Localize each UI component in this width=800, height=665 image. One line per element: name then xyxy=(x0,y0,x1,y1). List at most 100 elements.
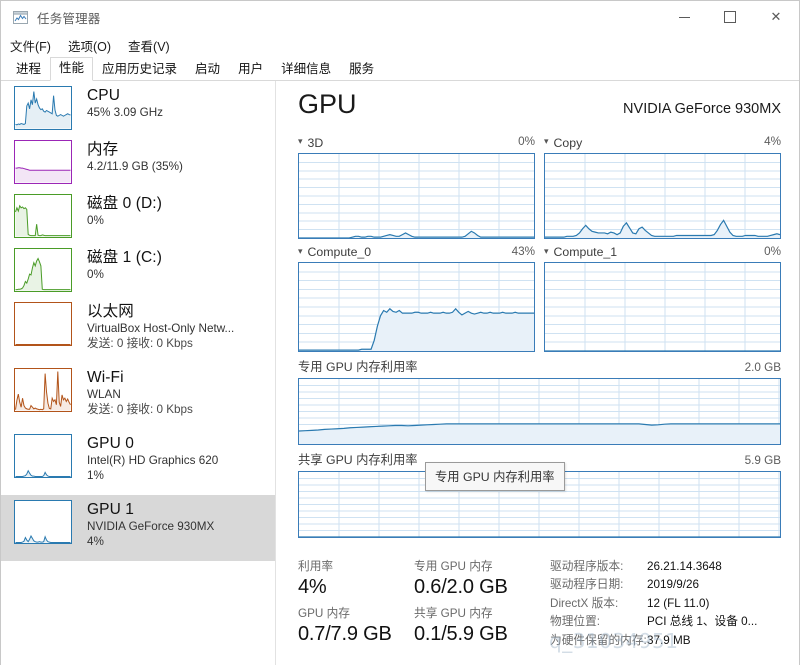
dedicated-memory-caption: 专用 GPU 内存利用率 2.0 GB xyxy=(298,352,781,378)
sidebar-item-wifi[interactable]: Wi-Fi WLAN 发送: 0 接收: 0 Kbps xyxy=(1,363,275,429)
shared-memory-section: 共享 GPU 内存利用率 5.9 GB xyxy=(298,445,781,538)
disk1-sparkline xyxy=(14,248,72,292)
info-driver-date: 驱动程序日期: 2019/9/26 xyxy=(550,576,789,594)
page-title: GPU xyxy=(298,89,357,119)
cpu-sparkline xyxy=(14,86,72,130)
tab-processes[interactable]: 进程 xyxy=(7,58,50,81)
engine-name: 3D xyxy=(307,135,324,150)
gpu-info-list: 驱动程序版本: 26.21.14.3648 驱动程序日期: 2019/9/26 … xyxy=(550,558,789,665)
engine-value: 0% xyxy=(518,135,535,148)
menu-item-file[interactable]: 文件(F) xyxy=(10,34,60,57)
close-button[interactable]: ✕ xyxy=(753,1,799,33)
engine-row-bottom: ▾ Compute_0 43% ▾ Compute_1 0% xyxy=(298,243,781,352)
stat-gpu-memory: GPU 内存 0.7/7.9 GB xyxy=(298,605,406,647)
sidebar-item-detail: Intel(R) HD Graphics 620 xyxy=(87,454,219,467)
gpu0-sparkline xyxy=(14,434,72,478)
dedicated-memory-max: 2.0 GB xyxy=(744,361,781,374)
sidebar-item-detail: WLAN xyxy=(87,388,121,401)
info-key: 驱动程序日期: xyxy=(550,578,624,592)
shared-memory-max: 5.9 GB xyxy=(744,454,781,467)
task-manager-window: 任务管理器 ✕ 文件(F) 选项(O) 查看(V) 进程 性能 应用历史记录 启… xyxy=(0,0,800,665)
info-value: 12 (FL 11.0) xyxy=(647,596,710,610)
engine-caption[interactable]: ▾ Compute_1 0% xyxy=(544,243,781,263)
sidebar-item-ethernet[interactable]: 以太网 VirtualBox Host-Only Netw... 发送: 0 接… xyxy=(1,297,275,363)
sidebar-item-detail: VirtualBox Host-Only Netw... xyxy=(87,322,235,335)
graph-tooltip: 专用 GPU 内存利用率 xyxy=(425,462,565,491)
close-icon: ✕ xyxy=(770,9,782,25)
maximize-button[interactable] xyxy=(707,1,753,33)
info-hardware-reserved-memory: 为硬件保留的内存: 37.9 MB xyxy=(550,632,789,650)
engine-cell-3d: ▾ 3D 0% xyxy=(298,133,535,239)
window-controls: ✕ xyxy=(661,1,799,33)
stat-shared-gpu-memory: 共享 GPU 内存 0.1/5.9 GB xyxy=(414,605,536,647)
sidebar-item-disk-1[interactable]: 磁盘 1 (C:) 0% xyxy=(1,243,275,297)
menu-item-view[interactable]: 查看(V) xyxy=(128,34,179,57)
menu-item-options[interactable]: 选项(O) xyxy=(68,34,120,57)
sidebar-item-disk-0[interactable]: 磁盘 0 (D:) 0% xyxy=(1,189,275,243)
engine-name: Compute_0 xyxy=(307,245,372,259)
chevron-down-icon[interactable]: ▾ xyxy=(544,246,549,256)
engine-value: 0% xyxy=(764,244,781,258)
info-value: 37.9 MB xyxy=(647,633,691,647)
window-title: 任务管理器 xyxy=(37,11,101,26)
tab-services[interactable]: 服务 xyxy=(340,58,383,81)
gpu-model-name: NVIDIA GeForce 930MX xyxy=(623,101,781,117)
sidebar-item-label: Wi-Fi xyxy=(87,369,124,386)
stat-dedicated-gpu-memory: 专用 GPU 内存 0.6/2.0 GB xyxy=(414,558,536,600)
sidebar-item-label: GPU 0 xyxy=(87,435,135,452)
tab-performance[interactable]: 性能 xyxy=(50,57,94,81)
sidebar-item-memory[interactable]: 内存 4.2/11.9 GB (35%) xyxy=(1,135,275,189)
engine-caption[interactable]: ▾ 3D 0% xyxy=(298,133,535,153)
menu-bar: 文件(F) 选项(O) 查看(V) xyxy=(1,33,799,57)
panel-header: GPU NVIDIA GeForce 930MX xyxy=(276,81,799,133)
info-physical-location: 物理位置: PCI 总线 1、设备 0... xyxy=(550,613,789,631)
sidebar-item-label: GPU 1 xyxy=(87,501,135,518)
info-key: 驱动程序版本: xyxy=(550,560,624,573)
title-bar: 任务管理器 ✕ xyxy=(1,1,799,33)
tab-app-history[interactable]: 应用历史记录 xyxy=(93,58,186,81)
sidebar-item-usage: 4% xyxy=(87,535,104,548)
tab-startup[interactable]: 启动 xyxy=(186,58,229,81)
dedicated-memory-label: 专用 GPU 内存利用率 xyxy=(298,360,418,374)
stat-label: 专用 GPU 内存 xyxy=(414,560,493,573)
wifi-sparkline xyxy=(14,368,72,412)
resource-sidebar[interactable]: CPU 45% 3.09 GHz 内存 4.2/11.9 GB (35%) 磁盘… xyxy=(1,81,276,665)
tab-details[interactable]: 详细信息 xyxy=(272,58,340,81)
maximize-icon xyxy=(724,11,736,23)
dedicated-memory-section: 专用 GPU 内存利用率 2.0 GB xyxy=(298,352,781,445)
sidebar-item-usage: 1% xyxy=(87,469,104,482)
stats-column-middle: 专用 GPU 内存 0.6/2.0 GB 共享 GPU 内存 0.1/5.9 G… xyxy=(414,558,536,665)
sidebar-item-cpu[interactable]: CPU 45% 3.09 GHz xyxy=(1,81,275,135)
stat-label: 利用率 xyxy=(298,560,334,573)
chevron-down-icon[interactable]: ▾ xyxy=(544,137,549,146)
chevron-down-icon[interactable]: ▾ xyxy=(298,246,303,256)
sidebar-item-label: CPU xyxy=(87,87,121,104)
engine-cell-copy: ▾ Copy 4% xyxy=(544,133,781,239)
engine-cell-compute-0: ▾ Compute_0 43% xyxy=(298,243,535,352)
info-key: 为硬件保留的内存: xyxy=(550,633,647,647)
engine-plot-compute-0 xyxy=(298,262,535,352)
stats-column-left: 利用率 4% GPU 内存 0.7/7.9 GB xyxy=(298,558,406,665)
sidebar-item-label: 内存 xyxy=(87,141,119,158)
stat-label: GPU 内存 xyxy=(298,607,350,620)
sidebar-item-throughput: 发送: 0 接收: 0 Kbps xyxy=(87,403,193,416)
sidebar-item-gpu-0[interactable]: GPU 0 Intel(R) HD Graphics 620 1% xyxy=(1,429,275,495)
engine-name: Copy xyxy=(553,135,583,150)
info-driver-version: 驱动程序版本: 26.21.14.3648 xyxy=(550,558,789,576)
engine-row-top: ▾ 3D 0% ▾ Copy 4% xyxy=(298,133,781,239)
memory-sparkline xyxy=(14,140,72,184)
sidebar-item-gpu-1[interactable]: GPU 1 NVIDIA GeForce 930MX 4% xyxy=(1,495,275,561)
engine-plot-3d xyxy=(298,152,535,239)
info-directx-version: DirectX 版本: 12 (FL 11.0) xyxy=(550,595,789,613)
info-value: PCI 总线 1、设备 0... xyxy=(647,615,758,629)
engine-caption[interactable]: ▾ Copy 4% xyxy=(544,133,781,153)
info-key: 物理位置: xyxy=(550,615,600,629)
sidebar-item-detail: 0% xyxy=(87,214,104,227)
engine-name: Compute_1 xyxy=(553,245,618,259)
gpu-stats-panel: 利用率 4% GPU 内存 0.7/7.9 GB 专用 GPU 内存 0.6/2… xyxy=(276,553,799,665)
chevron-down-icon[interactable]: ▾ xyxy=(298,137,303,146)
engine-caption[interactable]: ▾ Compute_0 43% xyxy=(298,243,535,263)
tab-users[interactable]: 用户 xyxy=(229,58,272,81)
tab-strip: 进程 性能 应用历史记录 启动 用户 详细信息 服务 xyxy=(1,57,799,81)
minimize-button[interactable] xyxy=(661,1,707,33)
